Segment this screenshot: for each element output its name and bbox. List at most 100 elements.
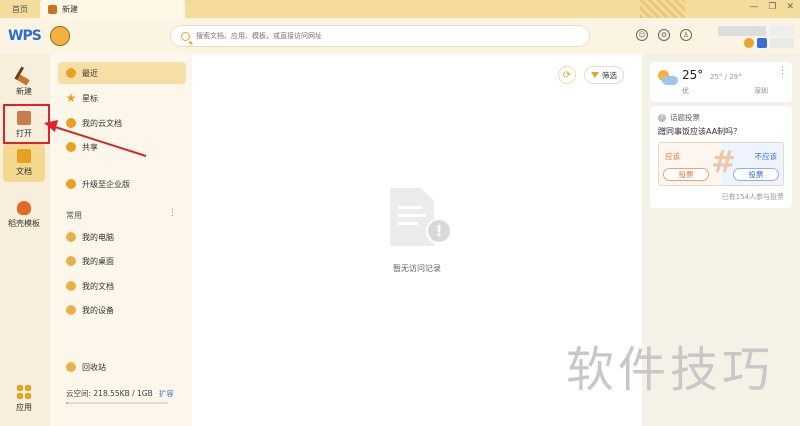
member-badge-icon: [744, 38, 754, 48]
close-icon[interactable]: ✕: [786, 2, 794, 12]
sidebar-item-shared[interactable]: 共享: [58, 136, 186, 158]
refresh-button[interactable]: ⟳: [558, 66, 576, 84]
storage-info: 云空间: 218.55KB / 1GB 扩容: [66, 388, 174, 399]
rail-item-documents[interactable]: 文档: [3, 144, 45, 182]
empty-state-text: 暂无访问记录: [393, 264, 441, 273]
broom-icon: [14, 66, 34, 86]
folder-icon: [66, 256, 76, 266]
tab-new[interactable]: 新建: [40, 0, 185, 18]
vote-yes-button[interactable]: 投票: [663, 168, 709, 181]
cat-mascot-icon: [50, 26, 70, 46]
vip-badge-icon: [757, 38, 767, 48]
header-icons: ☺ ⚙ ♙: [636, 29, 692, 41]
storage-label: 云空间: 218.55KB / 1GB: [66, 389, 153, 398]
star-icon: [66, 93, 76, 103]
vote-no-button[interactable]: 投票: [733, 168, 779, 181]
folder-icon: [66, 232, 76, 242]
rail-item-label: 新建: [16, 87, 32, 96]
sidebar-item-upgrade[interactable]: 升级至企业版: [58, 173, 186, 195]
sidebar-item-trash[interactable]: 回收站: [58, 356, 186, 378]
vote-participant-count: 已有154人参与投票: [721, 193, 784, 201]
user-profile[interactable]: [718, 26, 794, 48]
tab-home[interactable]: 首页: [0, 0, 40, 18]
sidebar-item-cloud[interactable]: 我的云文档: [58, 112, 186, 134]
sidebar-item-label: 我的桌面: [82, 256, 114, 266]
weather-city[interactable]: 深圳: [754, 86, 768, 96]
sidebar-item-label: 共享: [82, 142, 98, 152]
more-icon[interactable]: ⋮: [778, 66, 787, 76]
sidebar-item-my-desktop[interactable]: 我的桌面: [58, 250, 186, 272]
weather-range: 25° / 29°: [710, 73, 742, 81]
section-title-common: 常用: [66, 211, 82, 220]
weather-temperature: 25°: [682, 68, 704, 82]
sidebar-item-my-devices[interactable]: 我的设备: [58, 299, 186, 321]
storage-progress-fill: [66, 402, 69, 404]
settings-icon[interactable]: ⚙: [658, 29, 670, 41]
vote-option-no: 不应该: [754, 152, 778, 161]
highlight-box: [3, 104, 50, 144]
weather-card[interactable]: 25° 25° / 29° 优 深圳 ⋮: [650, 62, 792, 102]
search-input[interactable]: [196, 32, 556, 40]
search-icon: [181, 31, 190, 41]
trash-icon: [66, 362, 76, 372]
more-icon[interactable]: ⋮: [168, 208, 177, 218]
share-icon: [66, 142, 76, 152]
expand-storage-link[interactable]: 扩容: [159, 389, 174, 398]
rail-item-templates[interactable]: 稻壳模板: [3, 196, 45, 234]
vote-card: ? 话题投票 蹭同事饭应该AA制吗？ # 应该 不应该 投票 投票 已有154人…: [650, 106, 792, 208]
account-info-blurred: [770, 38, 794, 48]
upgrade-icon: [66, 179, 76, 189]
folder-icon: [66, 281, 76, 291]
filter-label: 筛选: [602, 70, 617, 80]
titlebar-decoration: [640, 0, 685, 18]
sidebar-item-label: 我的设备: [82, 305, 114, 315]
header: WPS ☺ ⚙ ♙: [0, 18, 800, 54]
vote-options: # 应该 不应该 投票 投票: [658, 142, 784, 186]
clock-icon: [66, 68, 76, 78]
air-quality: 优: [682, 87, 689, 95]
partly-cloudy-icon: [658, 70, 678, 86]
username-blurred: [718, 26, 766, 36]
filter-button[interactable]: 筛选: [584, 66, 624, 84]
maximize-icon[interactable]: ❐: [768, 2, 776, 12]
cloud-icon: [66, 118, 76, 128]
logo-text: WPS: [8, 28, 42, 44]
sidebar-item-label: 回收站: [82, 362, 106, 372]
watermark: 软件技巧: [566, 342, 775, 398]
apps-icon: [17, 385, 31, 399]
vote-header-label: 话题投票: [670, 113, 700, 122]
sidebar-item-starred[interactable]: 星标: [58, 87, 186, 109]
sidebar: 最近 星标 我的云文档 共享 升级至企业版 常用 ⋮ 我的电脑 我的桌面 我的文…: [50, 54, 192, 426]
rail-item-label: 应用: [16, 403, 32, 412]
sidebar-item-recent[interactable]: 最近: [58, 62, 186, 84]
sidebar-item-label: 星标: [82, 93, 98, 103]
rail-item-apps[interactable]: 应用: [3, 380, 45, 418]
empty-state-illustration: !: [390, 188, 452, 248]
avatar[interactable]: [770, 26, 794, 36]
minimize-icon[interactable]: —: [749, 2, 758, 12]
storage-progress-bar: [66, 402, 168, 404]
rail-item-label: 稻壳模板: [8, 219, 40, 228]
emoji-icon[interactable]: ☺: [636, 29, 648, 41]
filter-icon: [591, 72, 599, 78]
sidebar-item-label: 我的电脑: [82, 232, 114, 242]
rail-item-new[interactable]: 新建: [3, 64, 45, 102]
device-icon: [66, 305, 76, 315]
topic-icon: ?: [658, 113, 666, 122]
shell-icon: [17, 201, 31, 215]
sidebar-item-my-computer[interactable]: 我的电脑: [58, 226, 186, 248]
wps-logo[interactable]: WPS: [8, 24, 70, 50]
tab-home-label: 首页: [12, 4, 28, 14]
search-box[interactable]: [170, 25, 590, 47]
vote-header: ? 话题投票: [658, 112, 700, 123]
skin-icon[interactable]: ♙: [680, 29, 692, 41]
document-icon: [17, 149, 31, 163]
vote-option-yes: 应该: [665, 152, 680, 161]
sidebar-item-label: 最近: [82, 68, 98, 78]
exclamation-icon: !: [426, 218, 452, 244]
rail-item-label: 文档: [16, 167, 32, 176]
sidebar-item-label: 我的文档: [82, 281, 114, 291]
sidebar-item-my-documents[interactable]: 我的文档: [58, 275, 186, 297]
title-bar: 首页 新建 — ❐ ✕: [0, 0, 800, 18]
vote-question[interactable]: 蹭同事饭应该AA制吗？: [658, 126, 741, 137]
